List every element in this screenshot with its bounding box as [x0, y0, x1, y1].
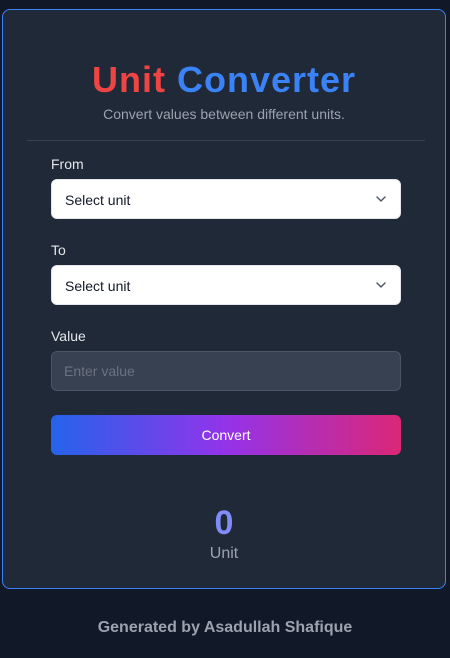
page-subtitle: Convert values between different units.: [103, 106, 345, 122]
page-title: Unit Converter: [3, 60, 445, 100]
header-divider: [27, 140, 425, 141]
from-label: From: [51, 156, 84, 172]
convert-button[interactable]: Convert: [51, 415, 401, 455]
chevron-down-icon: [376, 282, 386, 288]
result-unit: Unit: [209, 545, 239, 562]
value-label: Value: [51, 328, 86, 344]
from-unit-value: Select unit: [65, 192, 131, 208]
chevron-down-icon: [376, 196, 386, 202]
result-value: 0: [214, 504, 234, 542]
title-word-converter: Converter: [176, 59, 357, 100]
title-word-unit: Unit: [91, 59, 166, 100]
from-unit-select[interactable]: Select unit: [51, 179, 401, 219]
to-label: To: [51, 242, 66, 258]
value-input[interactable]: [51, 351, 401, 391]
to-unit-value: Select unit: [65, 278, 131, 294]
footer-credit: Generated by Asadullah Shafique: [97, 619, 353, 636]
converter-card: Unit Converter Convert values between di…: [2, 9, 446, 589]
to-unit-select[interactable]: Select unit: [51, 265, 401, 305]
